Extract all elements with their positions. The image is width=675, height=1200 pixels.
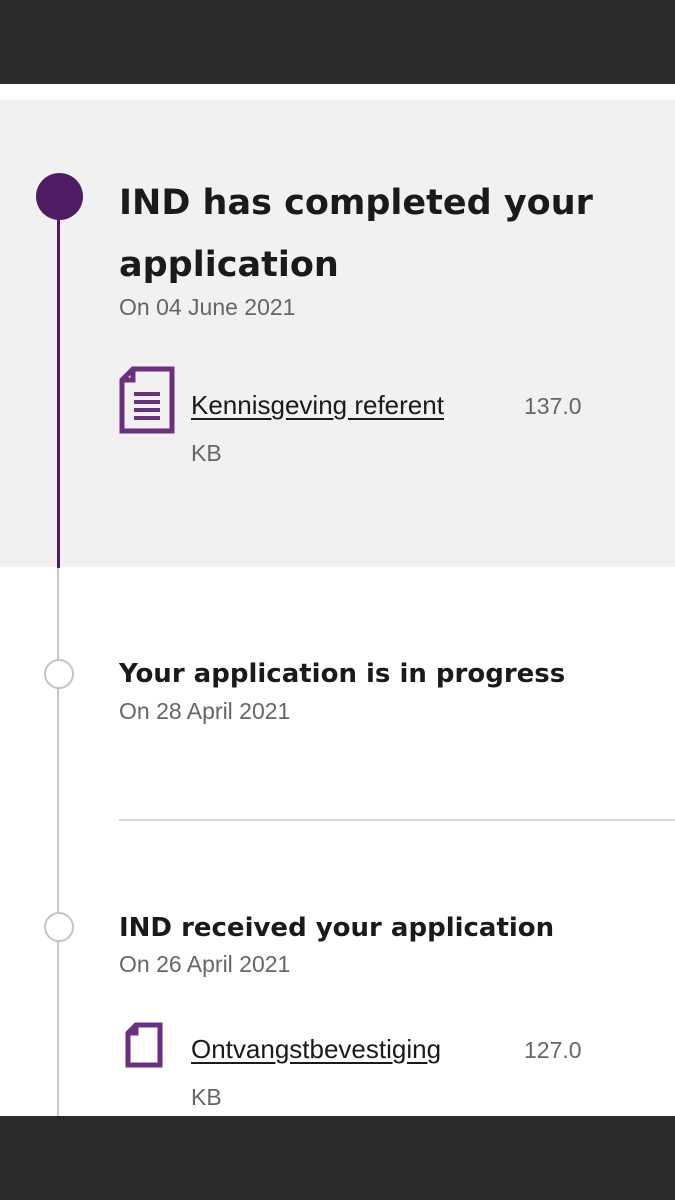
step-title: IND received your application bbox=[119, 913, 555, 943]
document-size-unit: KB bbox=[191, 440, 222, 466]
document-link[interactable]: Ontvangstbevestiging bbox=[191, 1034, 441, 1065]
document-row[interactable]: Kennisgeving referent 137.0 KB bbox=[119, 366, 639, 476]
timeline-line-active bbox=[57, 197, 60, 568]
document-lines-icon bbox=[119, 366, 175, 438]
timeline-dot-active bbox=[36, 173, 83, 220]
step-date: On 28 April 2021 bbox=[119, 698, 291, 724]
timeline-dot-inactive bbox=[44, 659, 74, 689]
current-step-highlight bbox=[0, 100, 675, 567]
status-timeline-screen: IND has completed your application On 04… bbox=[0, 84, 675, 1116]
step-date: On 04 June 2021 bbox=[119, 294, 296, 320]
step-title: Your application is in progress bbox=[119, 659, 566, 689]
document-size: 127.0 bbox=[524, 1037, 582, 1063]
step-divider bbox=[119, 819, 675, 821]
document-size: 137.0 bbox=[524, 393, 582, 419]
step-date: On 26 April 2021 bbox=[119, 951, 291, 977]
top-black-bar bbox=[0, 0, 675, 84]
document-size-unit: KB bbox=[191, 1084, 222, 1110]
document-blank-icon bbox=[125, 1022, 163, 1072]
timeline-line-inactive bbox=[57, 568, 59, 1116]
timeline-dot-inactive bbox=[44, 912, 74, 942]
step-title: IND has completed your application bbox=[119, 183, 593, 285]
bottom-black-bar bbox=[0, 1116, 675, 1200]
document-row[interactable]: Ontvangstbevestiging 127.0 KB bbox=[119, 1020, 639, 1116]
document-link[interactable]: Kennisgeving referent bbox=[191, 390, 444, 421]
